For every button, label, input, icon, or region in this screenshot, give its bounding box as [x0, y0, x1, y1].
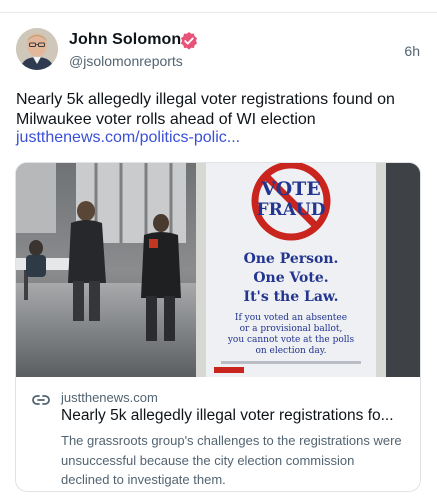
sign-body-3: you cannot vote at the polls: [227, 335, 355, 345]
avatar[interactable]: [16, 28, 58, 70]
link-icon: [32, 395, 50, 405]
post-link[interactable]: justthenews.com/politics-polic...: [16, 129, 240, 147]
author-name[interactable]: John Solomon: [69, 31, 181, 49]
card-description: The grassroots group's challenges to the…: [61, 433, 402, 487]
card-domain: justthenews.com: [61, 390, 158, 405]
verified-badge-icon: [181, 32, 197, 50]
sign-title-line2: FRAUD: [257, 200, 326, 220]
link-preview-card[interactable]: VOTE FRAUD One Person. One Vote. It's th…: [15, 162, 421, 492]
sign-slogan-2: One Vote.: [253, 270, 328, 286]
card-photo: VOTE FRAUD One Person. One Vote. It's th…: [16, 163, 420, 377]
post-timestamp[interactable]: 6h: [404, 43, 420, 59]
card-title[interactable]: Nearly 5k allegedly illegal voter regist…: [61, 407, 411, 425]
sign-body-4: on election day.: [255, 346, 326, 356]
card-image: VOTE FRAUD One Person. One Vote. It's th…: [16, 163, 420, 377]
post[interactable]: John Solomon @jsolomonreports 6h Nearly …: [0, 0, 437, 500]
divider: [0, 12, 437, 13]
sign-body-1: If you voted an absentee: [235, 313, 347, 323]
author-handle[interactable]: @jsolomonreports: [69, 53, 183, 69]
post-text: Nearly 5k allegedly illegal voter regist…: [16, 91, 395, 128]
sign-slogan-1: One Person.: [244, 251, 339, 267]
sign-slogan-3: It's the Law.: [244, 289, 339, 305]
avatar-image: [16, 28, 58, 70]
sign-title-line1: VOTE: [260, 178, 321, 200]
sign-body-2: or a provisional ballot,: [240, 324, 343, 334]
